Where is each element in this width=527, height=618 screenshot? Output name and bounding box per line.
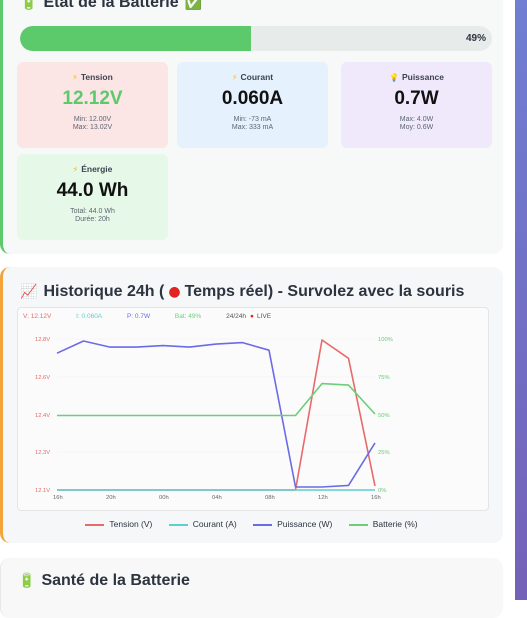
y-left-tick-label: 12.3V [35, 450, 50, 456]
y-right-tick-label: 75% [378, 375, 390, 381]
legend-item-puissance[interactable]: Puissance (W) [253, 519, 332, 529]
x-tick-label: 04h [212, 495, 222, 501]
x-tick-label: 20h [106, 495, 116, 501]
battery-health-card: 🔋 Santé de la Batterie [0, 558, 503, 618]
x-tick-label: 00h [159, 495, 169, 501]
battery-health-title: 🔋 Santé de la Batterie [18, 572, 190, 589]
battery-icon: 🔋 [18, 573, 36, 589]
y-right-tick-label: 50% [378, 413, 390, 419]
x-tick-label: 08h [265, 495, 275, 501]
y-right-tick-label: 100% [378, 337, 393, 343]
y-right-tick-label: 0% [378, 488, 386, 494]
chart-series-legend: Tension (V) Courant (A) Puissance (W) Ba… [0, 519, 503, 529]
legend-item-courant[interactable]: Courant (A) [168, 519, 237, 529]
x-tick-label: 12h [318, 495, 328, 501]
y-left-tick-label: 12.6V [35, 375, 50, 381]
y-left-tick-label: 12.4V [35, 413, 50, 419]
y-left-tick-label: 12.8V [35, 337, 50, 343]
legend-item-batterie[interactable]: Batterie (%) [348, 519, 418, 529]
y-left-tick-label: 12.1V [35, 488, 50, 494]
history-chart-svg: 12.1V 12.3V 12.4V 12.6V 12.8V 0% 25% 50% 75% 100%… [35, 337, 393, 501]
series-line-puissance [56, 340, 376, 488]
y-right-tick-label: 25% [378, 450, 390, 456]
x-tick-label: 16h [53, 495, 63, 501]
series-line-batterie [57, 382, 376, 417]
x-tick-label: 16h [371, 495, 381, 501]
legend-item-tension[interactable]: Tension (V) [85, 519, 152, 529]
